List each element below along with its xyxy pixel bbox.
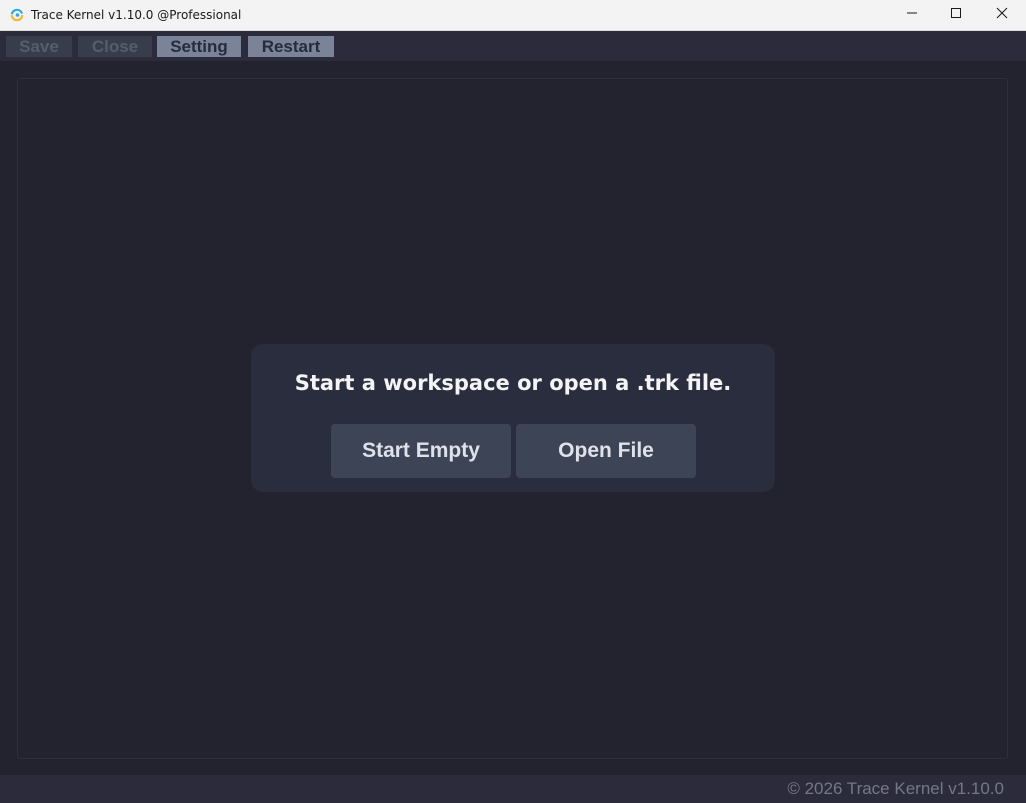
- close-icon: [996, 6, 1008, 24]
- start-empty-button[interactable]: Start Empty: [331, 424, 511, 478]
- setting-button[interactable]: Setting: [157, 36, 241, 57]
- maximize-icon: [950, 6, 962, 24]
- close-button[interactable]: Close: [78, 36, 152, 57]
- status-bar: © 2026 Trace Kernel v1.10.0: [0, 775, 1026, 803]
- save-button[interactable]: Save: [6, 36, 72, 57]
- menu-bar: Save Close Setting Restart: [0, 31, 1026, 61]
- trace-kernel-logo-icon: [10, 8, 24, 22]
- restart-button[interactable]: Restart: [248, 36, 334, 57]
- copyright-text: © 2026 Trace Kernel v1.10.0: [787, 779, 1004, 798]
- welcome-message: Start a workspace or open a .trk file.: [294, 371, 732, 395]
- window-title-bar[interactable]: Trace Kernel v1.10.0 @Professional: [0, 0, 1026, 31]
- welcome-card: Start a workspace or open a .trk file. S…: [251, 344, 775, 492]
- minimize-button[interactable]: [889, 0, 935, 30]
- window-title: Trace Kernel v1.10.0 @Professional: [31, 8, 242, 22]
- minimize-icon: [906, 6, 918, 24]
- maximize-button[interactable]: [933, 0, 979, 30]
- open-file-button[interactable]: Open File: [516, 424, 696, 478]
- close-window-button[interactable]: [979, 0, 1025, 30]
